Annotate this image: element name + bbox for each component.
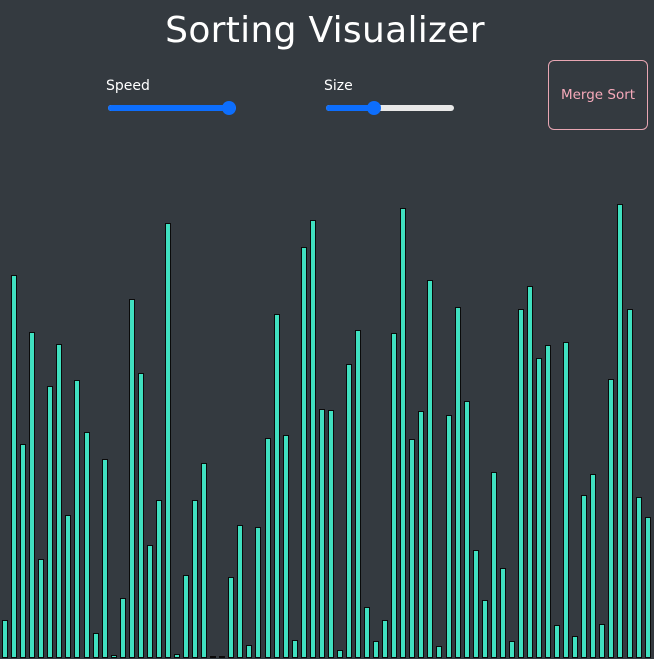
array-bar [228,576,235,658]
array-bar [300,246,307,658]
speed-slider-thumb[interactable] [222,101,236,115]
array-bar [499,568,506,658]
array-bar [56,343,63,658]
array-bar [237,524,244,658]
array-bar [409,438,416,658]
array-bar [183,575,190,658]
array-bar [364,607,371,658]
array-bar [355,330,361,658]
array-bar [418,411,425,658]
speed-control: Speed [106,76,248,115]
array-bar [617,203,624,658]
array-bar [128,299,135,658]
array-bar [345,363,352,658]
array-bar [155,499,162,658]
array-bar [382,619,389,658]
size-control: Size [324,76,466,115]
array-bar [436,646,443,658]
array-bar [590,474,597,658]
array-bar [38,558,45,658]
array-bar [373,640,380,658]
array-bar [146,544,153,658]
array-bar [282,435,289,658]
array-bar [264,438,271,658]
array-bar [273,314,280,658]
array-bar [635,497,642,658]
array-bar [391,333,398,658]
array-bar [201,462,208,658]
merge-sort-button[interactable]: Merge Sort [548,60,648,130]
array-bar [327,410,334,658]
array-bar [400,207,407,658]
array-bar [92,633,99,658]
array-bar [83,432,90,658]
array-bar [644,517,651,658]
array-bar [210,656,217,658]
array-bar [164,222,171,658]
array-bar [508,640,515,658]
speed-label: Speed [106,78,150,94]
size-label: Size [324,78,353,94]
array-bar [490,472,497,658]
array-bar [454,306,461,658]
array-bar [174,654,180,658]
array-bar [563,341,570,658]
array-bar [526,285,533,658]
array-bar [309,219,316,658]
array-bar [29,332,36,658]
array-bar [119,597,126,658]
size-slider[interactable] [326,101,454,115]
array-bar [336,650,343,658]
page-title: Sorting Visualizer [165,10,485,51]
array-bar [219,656,226,658]
array-bar [581,495,588,658]
array-bar [427,279,434,658]
array-bar [472,550,479,658]
array-bar [599,623,606,658]
array-bar [608,378,615,658]
speed-slider-fill [108,105,229,111]
array-bar [318,409,325,658]
array-bar [110,655,117,658]
array-bar [445,415,452,658]
array-bar [517,308,524,658]
array-bar [11,275,18,658]
array-bar [65,515,72,658]
array-bar [246,644,253,658]
array-bar [545,344,552,658]
array-bar [554,624,561,658]
speed-slider[interactable] [108,101,236,115]
array-bar [291,639,298,658]
array-bar [137,373,144,658]
array-bar [255,526,262,658]
array-bar [626,309,633,658]
array-bar [74,379,81,658]
array-bar [192,499,199,658]
array-bar [47,385,54,658]
array-bar [2,619,9,658]
array-bar [536,358,542,658]
array-bar [20,443,27,658]
size-slider-thumb[interactable] [367,101,382,115]
array-bar [101,458,108,658]
array-bar [463,400,470,658]
array-bar [572,636,579,658]
array-bar [481,599,488,658]
